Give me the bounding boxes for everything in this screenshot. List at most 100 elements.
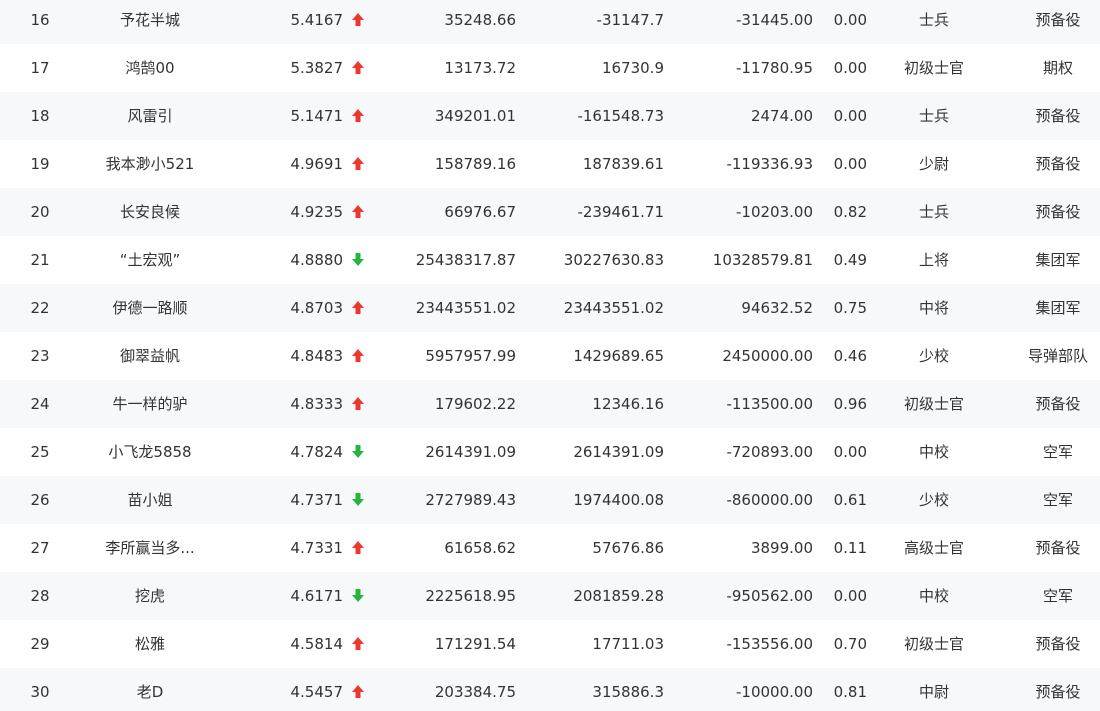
value2-cell: 12346.16 [592, 395, 664, 413]
value3-cell: -11780.95 [736, 59, 813, 77]
value1-cell: 5957957.99 [425, 347, 516, 365]
value2-cell: 17711.03 [592, 635, 664, 653]
level-cell: 士兵 [918, 11, 949, 29]
value3-cell: -720893.00 [726, 443, 813, 461]
rank-cell: 25 [30, 443, 50, 461]
table-row[interactable]: 17 鸿鹄00 5.3827 13173.72 16730.9 -11780.95 0.00… [0, 44, 1100, 92]
value1-cell: 35248.66 [444, 11, 516, 29]
value2-cell: 315886.3 [592, 683, 664, 701]
group-cell: 空军 [1042, 491, 1073, 509]
score-cell: 5.4167 [290, 11, 344, 29]
table-row[interactable]: 21 “土宏观” 4.8880 25438317.87 30227630.83 10328… [0, 236, 1100, 284]
ratio-cell: 0.00 [833, 59, 867, 77]
rank-cell: 28 [30, 587, 50, 605]
value1-cell: 203384.75 [434, 683, 516, 701]
rank-cell: 18 [30, 107, 50, 125]
rank-cell: 23 [30, 347, 50, 365]
group-cell: 集团军 [1035, 299, 1081, 317]
score-cell: 4.9235 [290, 203, 344, 221]
table-row[interactable]: 23 御翠益帆 4.8483 5957957.99 1429689.65 2450000.… [0, 332, 1100, 380]
ratio-cell: 0.61 [833, 491, 867, 509]
value3-cell: -119336.93 [726, 155, 813, 173]
table-row[interactable]: 25 小飞龙5858 4.7824 2614391.09 2614391.09 -7208… [0, 428, 1100, 476]
level-cell: 上将 [918, 251, 949, 269]
table-row[interactable]: 18 风雷引 5.1471 349201.01 -161548.73 2474.00 0.0… [0, 92, 1100, 140]
rank-cell: 27 [30, 539, 50, 557]
group-cell: 集团军 [1035, 251, 1081, 269]
group-cell: 预备役 [1035, 635, 1081, 653]
value3-cell: -860000.00 [726, 491, 813, 509]
value3-cell: 94632.52 [741, 299, 813, 317]
rank-cell: 26 [30, 491, 50, 509]
ratio-cell: 0.11 [833, 539, 867, 557]
arrow-up-icon [351, 668, 371, 711]
ratio-cell: 0.00 [833, 107, 867, 125]
name-cell: 小飞龙5858 [108, 443, 192, 461]
value1-cell: 179602.22 [434, 395, 516, 413]
score-cell: 4.8703 [290, 299, 344, 317]
value3-cell: 2450000.00 [722, 347, 813, 365]
group-cell: 预备役 [1035, 395, 1081, 413]
value3-cell: -113500.00 [726, 395, 813, 413]
group-cell: 预备役 [1035, 683, 1081, 701]
arrow-up-icon [351, 92, 371, 140]
value2-cell: -31147.7 [596, 11, 664, 29]
ratio-cell: 0.00 [833, 587, 867, 605]
ratio-cell: 0.00 [833, 443, 867, 461]
arrow-up-icon [351, 0, 371, 44]
score-cell: 4.7371 [290, 491, 344, 509]
level-cell: 士兵 [918, 203, 949, 221]
rank-cell: 29 [30, 635, 50, 653]
table-row[interactable]: 26 苗小姐 4.7371 2727989.43 1974400.08 -860000.0… [0, 476, 1100, 524]
arrow-up-icon [351, 44, 371, 92]
value1-cell: 66976.67 [444, 203, 516, 221]
group-cell: 预备役 [1035, 539, 1081, 557]
rank-cell: 24 [30, 395, 50, 413]
value1-cell: 13173.72 [444, 59, 516, 77]
table-row[interactable]: 28 挖虎 4.6171 2225618.95 2081859.28 -950562.00… [0, 572, 1100, 620]
score-cell: 4.8483 [290, 347, 344, 365]
level-cell: 中校 [918, 587, 949, 605]
ratio-cell: 0.00 [833, 155, 867, 173]
table-row[interactable]: 27 李所赢当多... 4.7331 61658.62 57676.86 3899.00 0… [0, 524, 1100, 572]
group-cell: 预备役 [1035, 203, 1081, 221]
value3-cell: -950562.00 [726, 587, 813, 605]
arrow-down-icon [351, 572, 371, 620]
level-cell: 少校 [918, 491, 949, 509]
value1-cell: 2225618.95 [425, 587, 516, 605]
rank-cell: 20 [30, 203, 50, 221]
rank-cell: 17 [30, 59, 50, 77]
arrow-up-icon [351, 620, 371, 668]
score-cell: 4.8880 [290, 251, 344, 269]
ranking-table: 16 予花半城 5.4167 35248.66 -31147.7 -31445.00 0.0… [0, 0, 1100, 711]
value2-cell: -239461.71 [577, 203, 664, 221]
name-cell: 松雅 [134, 635, 165, 653]
value2-cell: 1974400.08 [573, 491, 664, 509]
group-cell: 空军 [1042, 443, 1073, 461]
table-row[interactable]: 16 予花半城 5.4167 35248.66 -31147.7 -31445.00 0.0… [0, 0, 1100, 44]
arrow-down-icon [351, 476, 371, 524]
value1-cell: 171291.54 [434, 635, 516, 653]
arrow-up-icon [351, 332, 371, 380]
rank-cell: 30 [30, 683, 50, 701]
name-cell: 我本渺小521 [105, 155, 195, 173]
value3-cell: -10203.00 [736, 203, 813, 221]
score-cell: 4.8333 [290, 395, 344, 413]
ratio-cell: 0.75 [833, 299, 867, 317]
value3-cell: -10000.00 [736, 683, 813, 701]
value1-cell: 2614391.09 [425, 443, 516, 461]
table-row[interactable]: 30 老D 4.5457 203384.75 315886.3 -10000.00 0.81… [0, 668, 1100, 711]
level-cell: 少校 [918, 347, 949, 365]
value1-cell: 61658.62 [444, 539, 516, 557]
table-row[interactable]: 19 我本渺小521 4.9691 158789.16 187839.61 -119336… [0, 140, 1100, 188]
table-row[interactable]: 22 伊德一路顺 4.8703 23443551.02 23443551.02 94632… [0, 284, 1100, 332]
score-cell: 4.7824 [290, 443, 344, 461]
table-row[interactable]: 20 长安良候 4.9235 66976.67 -239461.71 -10203.00 0… [0, 188, 1100, 236]
table-row[interactable]: 24 牛一样的驴 4.8333 179602.22 12346.16 -113500.00… [0, 380, 1100, 428]
group-cell: 预备役 [1035, 11, 1081, 29]
name-cell: 风雷引 [127, 107, 173, 125]
level-cell: 中尉 [918, 683, 949, 701]
level-cell: 中校 [918, 443, 949, 461]
rank-cell: 19 [30, 155, 50, 173]
table-row[interactable]: 29 松雅 4.5814 171291.54 17711.03 -153556.00 0.7… [0, 620, 1100, 668]
